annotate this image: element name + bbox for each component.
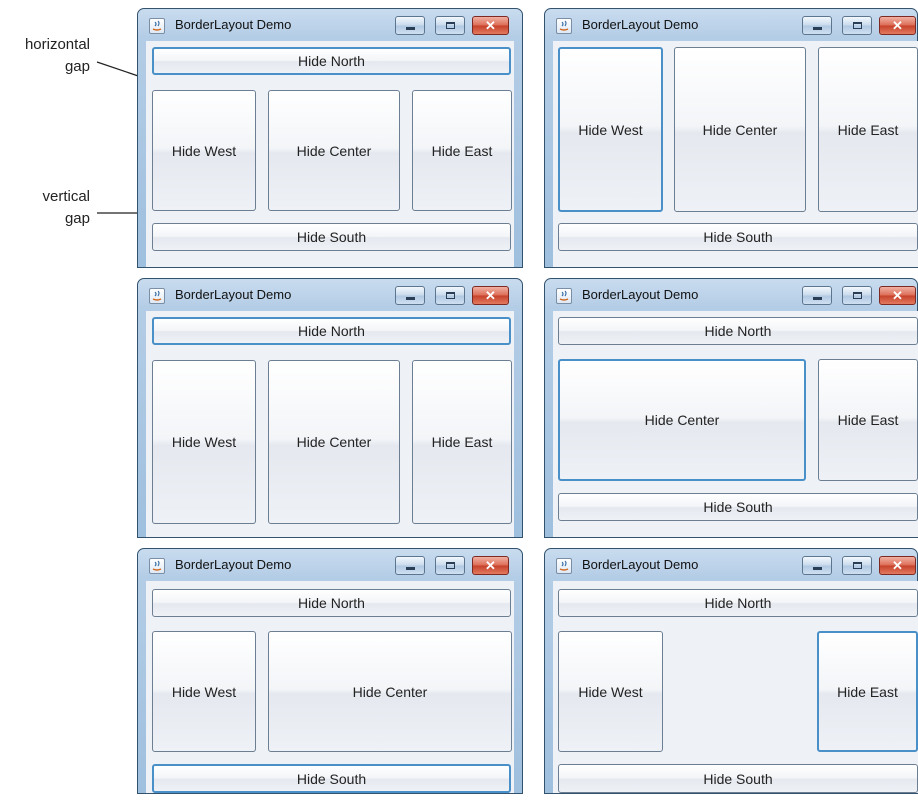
java-icon <box>149 18 165 34</box>
title-bar[interactable]: BorderLayout Demo <box>545 279 917 311</box>
hide-center-button[interactable]: Hide Center <box>268 90 400 211</box>
java-icon <box>556 288 572 304</box>
hide-south-button[interactable]: Hide South <box>558 764 918 793</box>
close-icon[interactable] <box>879 556 916 575</box>
hide-west-button[interactable]: Hide West <box>152 90 256 211</box>
hide-south-button[interactable]: Hide South <box>558 493 918 521</box>
close-icon[interactable] <box>472 16 509 35</box>
hide-center-button[interactable]: Hide Center <box>674 47 806 212</box>
minimize-icon[interactable] <box>802 556 832 575</box>
hide-north-button[interactable]: Hide North <box>152 317 511 345</box>
hide-west-button[interactable]: Hide West <box>152 360 256 524</box>
minimize-icon[interactable] <box>395 556 425 575</box>
vertical-gap-label: vertical gap <box>42 188 90 227</box>
content-pane: Hide West Hide Center Hide East Hide Sou… <box>553 41 918 267</box>
hide-west-button[interactable]: Hide West <box>558 631 663 752</box>
window-north-hidden: BorderLayout Demo Hide West Hide Center … <box>544 8 918 268</box>
window-title: BorderLayout Demo <box>175 287 292 302</box>
minimize-icon[interactable] <box>802 286 832 305</box>
close-icon[interactable] <box>879 286 916 305</box>
window-center-hidden: BorderLayout Demo Hide North Hide West H… <box>544 548 918 794</box>
title-bar[interactable]: BorderLayout Demo <box>138 549 522 581</box>
hide-south-button[interactable]: Hide South <box>152 223 511 251</box>
window-title: BorderLayout Demo <box>175 557 292 572</box>
window-title: BorderLayout Demo <box>582 17 699 32</box>
hide-north-button[interactable]: Hide North <box>152 47 511 75</box>
title-bar[interactable]: BorderLayout Demo <box>545 9 917 41</box>
hide-center-button[interactable]: Hide Center <box>558 359 806 481</box>
hide-center-button[interactable]: Hide Center <box>268 631 512 752</box>
content-pane: Hide North Hide Center Hide East Hide So… <box>553 311 918 537</box>
close-icon[interactable] <box>472 286 509 305</box>
window-east-hidden: BorderLayout Demo Hide North Hide West H… <box>137 548 523 794</box>
hide-east-button[interactable]: Hide East <box>818 47 918 212</box>
hide-north-button[interactable]: Hide North <box>152 589 511 617</box>
window-title: BorderLayout Demo <box>582 287 699 302</box>
minimize-icon[interactable] <box>802 16 832 35</box>
hide-east-button[interactable]: Hide East <box>412 360 512 524</box>
hide-south-button[interactable]: Hide South <box>558 223 918 251</box>
window-title: BorderLayout Demo <box>175 17 292 32</box>
hide-west-button[interactable]: Hide West <box>558 47 663 212</box>
close-icon[interactable] <box>472 556 509 575</box>
hide-south-button[interactable]: Hide South <box>152 764 511 793</box>
hide-center-button[interactable]: Hide Center <box>268 360 400 524</box>
hide-east-button[interactable]: Hide East <box>817 631 918 752</box>
title-bar[interactable]: BorderLayout Demo <box>138 279 522 311</box>
java-icon <box>556 18 572 34</box>
window-all-regions: BorderLayout Demo Hide North Hide West H… <box>137 8 523 268</box>
maximize-icon[interactable] <box>842 556 872 575</box>
maximize-icon[interactable] <box>435 556 465 575</box>
horizontal-gap-label: horizontal gap <box>24 36 90 75</box>
maximize-icon[interactable] <box>435 286 465 305</box>
window-south-hidden: BorderLayout Demo Hide North Hide West H… <box>137 278 523 538</box>
window-west-hidden: BorderLayout Demo Hide North Hide Center… <box>544 278 918 538</box>
window-title: BorderLayout Demo <box>582 557 699 572</box>
maximize-icon[interactable] <box>842 16 872 35</box>
title-bar[interactable]: BorderLayout Demo <box>545 549 917 581</box>
hide-north-button[interactable]: Hide North <box>558 317 918 345</box>
java-icon <box>556 558 572 574</box>
content-pane: Hide North Hide West Hide Center Hide Ea… <box>146 41 514 267</box>
hide-north-button[interactable]: Hide North <box>558 589 918 617</box>
close-icon[interactable] <box>879 16 916 35</box>
java-icon <box>149 558 165 574</box>
hide-east-button[interactable]: Hide East <box>412 90 512 211</box>
hide-east-button[interactable]: Hide East <box>818 359 918 481</box>
content-pane: Hide North Hide West Hide Center Hide Ea… <box>146 311 514 537</box>
minimize-icon[interactable] <box>395 286 425 305</box>
content-pane: Hide North Hide West Hide Center Hide So… <box>146 581 514 793</box>
hide-west-button[interactable]: Hide West <box>152 631 256 752</box>
java-icon <box>149 288 165 304</box>
minimize-icon[interactable] <box>395 16 425 35</box>
maximize-icon[interactable] <box>435 16 465 35</box>
title-bar[interactable]: BorderLayout Demo <box>138 9 522 41</box>
maximize-icon[interactable] <box>842 286 872 305</box>
content-pane: Hide North Hide West Hide East Hide Sout… <box>553 581 918 793</box>
